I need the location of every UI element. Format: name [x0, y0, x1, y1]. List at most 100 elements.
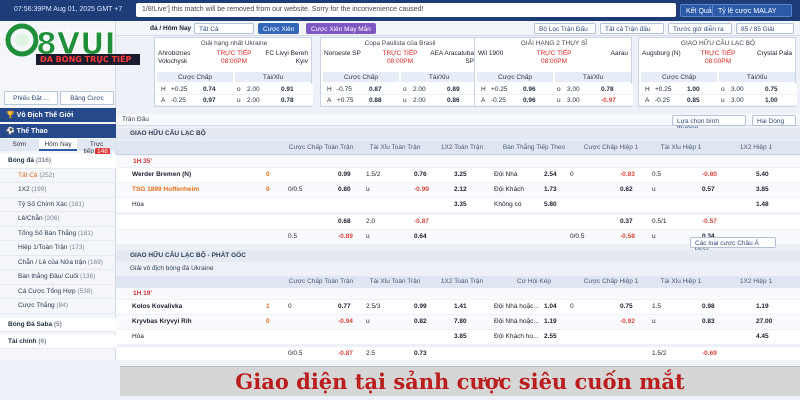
h1-hcap-odds[interactable]: -0.92: [620, 318, 635, 325]
lucky-parlay-button[interactable]: Cược Xiên May Mắn: [306, 23, 376, 34]
sidebar-item-3[interactable]: Tỷ Số Chính Xác (181): [0, 198, 116, 212]
h1-hcap-odds[interactable]: -0.83: [620, 171, 635, 178]
ou-odds[interactable]: 0.76: [414, 171, 427, 178]
1x2-odds[interactable]: 3.25: [454, 171, 467, 178]
alt-odds[interactable]: -0.87: [414, 218, 429, 225]
alt-odds[interactable]: -0.89: [338, 233, 353, 240]
market-odds[interactable]: 2.55: [544, 333, 557, 340]
alt-odds[interactable]: 0.73: [414, 350, 427, 357]
odds-value[interactable]: 0.78: [281, 97, 294, 104]
sort-select[interactable]: Lựa chọn bình thường: [672, 115, 746, 132]
sidebar-item-0[interactable]: Bóng đá (316): [0, 154, 116, 169]
alt-odds[interactable]: -0.57: [702, 218, 717, 225]
sidebar-item-4[interactable]: Lẻ/Chẵn (206): [0, 212, 116, 227]
h1-ou-odds[interactable]: 0.57: [702, 186, 715, 193]
1x2-odds[interactable]: 2.12: [454, 186, 467, 193]
ou-odds[interactable]: 0.82: [414, 318, 427, 325]
h1-1x2-odds[interactable]: 4.45: [756, 333, 769, 340]
line-mode-select[interactable]: Hai Dòng: [752, 115, 796, 126]
match-card[interactable]: Copa Paulista của Brasil Noroeste SP TRỰC …: [320, 37, 479, 107]
h1-hcap-odds[interactable]: 0.62: [620, 186, 633, 193]
sidebar-section-world-cup[interactable]: 🏆 Vô Địch Thế Giới: [0, 108, 116, 122]
all-matches-select[interactable]: Tất cả Trận đấu: [600, 23, 664, 34]
parlay-button[interactable]: Cược Xiên: [258, 23, 300, 34]
sidebar-item-9[interactable]: Cá Cược Tổng Hợp (538): [0, 285, 116, 299]
hcap-odds[interactable]: -0.94: [338, 318, 353, 325]
h1-1x2-odds[interactable]: 1.19: [756, 303, 769, 310]
odds-value[interactable]: 0.74: [203, 86, 216, 93]
more-asian-markets-button[interactable]: Các loại cược Châu Á khác: [690, 237, 776, 254]
match-card[interactable]: Giải hạng nhất Ukraine Ahrobiznes Volochy…: [154, 37, 313, 107]
time-sort-select[interactable]: Trước giờ diễn ra: [668, 23, 732, 34]
market-odds[interactable]: 1.19: [544, 318, 557, 325]
sidebar-item-7[interactable]: Chẵn / Lẻ của Nửa trận (169): [0, 256, 116, 270]
league-header[interactable]: GIAO HỮU CÂU LẠC BỘ: [116, 128, 800, 140]
sidebar-item-2[interactable]: 1X2 (199): [0, 183, 116, 198]
h1-ou-odds[interactable]: 0.83: [702, 318, 715, 325]
odds-value[interactable]: 0.86: [447, 97, 460, 104]
sidebar-item-8[interactable]: Bàn thắng Đầu/ Cuối (136): [0, 270, 116, 285]
odds-value[interactable]: 0.75: [765, 86, 778, 93]
market-odds[interactable]: 1.04: [544, 303, 557, 310]
h1-ou-odds[interactable]: -0.80: [702, 171, 717, 178]
tab-live[interactable]: Trực tiếp 148: [77, 139, 117, 155]
1x2-odds[interactable]: 7.80: [454, 318, 467, 325]
odds-value[interactable]: 0.91: [281, 86, 294, 93]
alt-odds[interactable]: 0.37: [620, 218, 633, 225]
odds-line: +0.25: [655, 86, 672, 93]
alt-odds[interactable]: 0.68: [338, 218, 351, 225]
league-header[interactable]: GIAO HỮU CÂU LẠC BỘ - PHÁT GÓC: [116, 250, 800, 262]
league-header[interactable]: Giải vô địch bóng đá Ukraine: [116, 263, 800, 275]
match-card[interactable]: GIAO HỮU CÂU LẠC BỘ Augsburg (N) TRỰC TIẾP…: [638, 37, 797, 107]
market-odds[interactable]: 2.54: [544, 171, 557, 178]
sidebar-item-6[interactable]: Hiệp 1/Toàn Trận (173): [0, 241, 116, 256]
tab-bet-list[interactable]: Bảng Cược: [60, 91, 114, 105]
h1-ou-odds[interactable]: 0.98: [702, 303, 715, 310]
tab-bet-slip[interactable]: Phiếu Đặt ...: [4, 91, 58, 105]
hcap-odds[interactable]: 0.99: [338, 171, 351, 178]
odds-value[interactable]: 0.97: [203, 97, 216, 104]
sidebar-item-12[interactable]: Tài chính (6): [0, 334, 116, 349]
tab-early[interactable]: Sớm: [0, 139, 39, 151]
sidebar-item-10[interactable]: Cược Thắng (84): [0, 299, 116, 314]
h1-1x2-odds[interactable]: 5.40: [756, 171, 769, 178]
odds-value[interactable]: 0.89: [447, 86, 460, 93]
match-card[interactable]: GIẢI HẠNG 2 THỤY SĨ Wil 1900 TRỰC TIẾP 08:…: [474, 37, 633, 107]
ou-odds[interactable]: -0.99: [414, 186, 429, 193]
h1-1x2-odds[interactable]: 1.48: [756, 201, 769, 208]
ou-line: 1.5/2: [366, 171, 381, 178]
alt-odds[interactable]: -0.69: [702, 350, 717, 357]
odds-value[interactable]: 0.96: [523, 86, 536, 93]
odds-value[interactable]: 1.00: [765, 97, 778, 104]
sidebar-item-5[interactable]: Tổng Số Bàn Thắng (181): [0, 227, 116, 241]
odds-type-select[interactable]: Tỷ lệ cược MALAY: [712, 4, 792, 17]
alt-odds[interactable]: -0.58: [620, 233, 635, 240]
sidebar-item-1[interactable]: Tất Cả (252): [0, 169, 116, 183]
odds-value[interactable]: 0.87: [369, 86, 382, 93]
hcap-odds[interactable]: 0.77: [338, 303, 351, 310]
market-select[interactable]: Tất Cả: [194, 23, 254, 34]
market-odds[interactable]: 1.73: [544, 186, 557, 193]
sidebar-section-sports[interactable]: ⚽ Thể Thao: [0, 124, 116, 138]
ou-odds[interactable]: 0.99: [414, 303, 427, 310]
1x2-odds[interactable]: 1.41: [454, 303, 467, 310]
1x2-odds[interactable]: 3.85: [454, 333, 467, 340]
league-count-select[interactable]: 85 / 85 Giải: [736, 23, 794, 34]
odds-value[interactable]: 1.00: [687, 86, 700, 93]
odds-value[interactable]: 0.85: [687, 97, 700, 104]
sidebar-item-11[interactable]: Bóng Đá Saba (5): [0, 317, 116, 332]
odds-value[interactable]: 0.88: [369, 97, 382, 104]
h1-1x2-odds[interactable]: 3.85: [756, 186, 769, 193]
tab-today[interactable]: Hôm Nay: [38, 139, 78, 151]
match-filter-select[interactable]: Bộ Lọc Trận Đấu: [534, 23, 596, 34]
alt-odds[interactable]: 0.64: [414, 233, 427, 240]
h1-hcap-odds[interactable]: 0.75: [620, 303, 633, 310]
alt-odds[interactable]: -0.87: [338, 350, 353, 357]
1x2-odds[interactable]: 3.35: [454, 201, 467, 208]
odds-value[interactable]: 0.96: [523, 97, 536, 104]
market-odds[interactable]: 5.80: [544, 201, 557, 208]
odds-value[interactable]: 0.78: [601, 86, 614, 93]
h1-1x2-odds[interactable]: 27.00: [756, 318, 772, 325]
hcap-odds[interactable]: 0.80: [338, 186, 351, 193]
odds-value[interactable]: -0.97: [601, 97, 616, 104]
